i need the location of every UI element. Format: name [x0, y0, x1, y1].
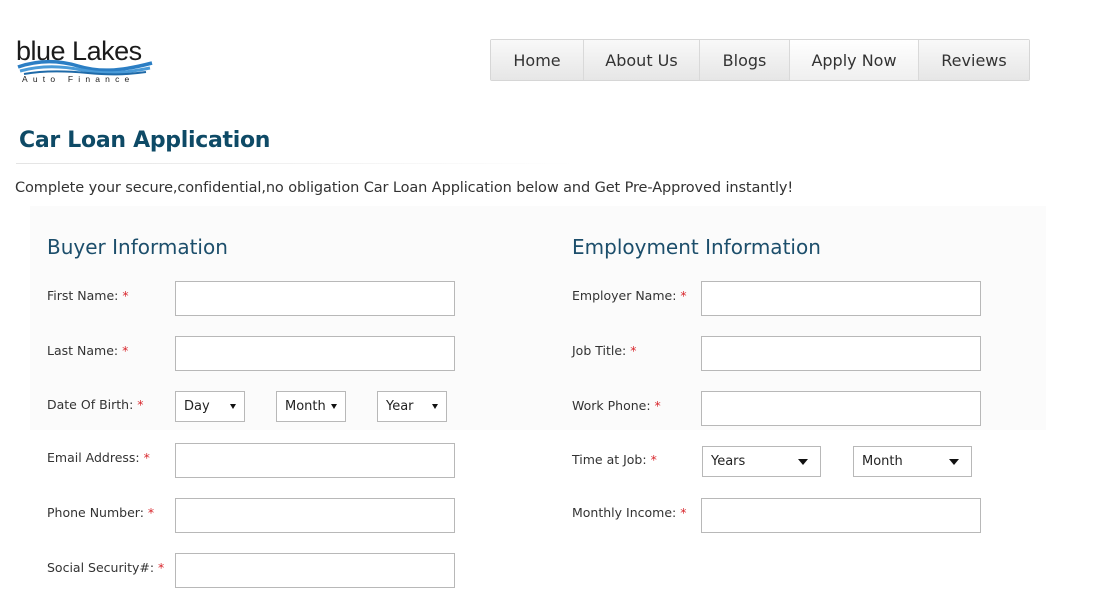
last-name-label: Last Name: *: [47, 343, 129, 358]
employment-section-title: Employment Information: [572, 235, 821, 259]
job-title-input[interactable]: [701, 336, 981, 371]
dob-day-value: Day: [184, 399, 210, 414]
ssn-label: Social Security#: *: [47, 560, 165, 575]
time-at-job-label: Time at Job: *: [572, 452, 657, 467]
dob-label: Date Of Birth: *: [47, 397, 144, 412]
chevron-down-icon: [949, 459, 959, 465]
intro-text: Complete your secure,confidential,no obl…: [15, 180, 794, 196]
monthly-income-input[interactable]: [701, 498, 981, 533]
required-marker: *: [680, 505, 687, 520]
time-at-job-years-select[interactable]: Years: [702, 446, 821, 477]
dob-month-value: Month: [285, 399, 326, 414]
work-phone-input[interactable]: [701, 391, 981, 426]
brand-logo[interactable]: blue Lakes Auto Finance: [16, 36, 156, 86]
chevron-down-icon: [331, 404, 337, 409]
phone-input[interactable]: [175, 498, 455, 533]
nav-about-us[interactable]: About Us: [584, 40, 700, 80]
required-marker: *: [122, 343, 129, 358]
required-marker: *: [630, 343, 637, 358]
time-at-job-month-select[interactable]: Month: [853, 446, 972, 477]
work-phone-label: Work Phone: *: [572, 398, 661, 413]
first-name-input[interactable]: [175, 281, 455, 316]
last-name-input[interactable]: [175, 336, 455, 371]
dob-year-select[interactable]: Year: [377, 391, 447, 422]
email-input[interactable]: [175, 443, 455, 478]
required-marker: *: [137, 397, 144, 412]
chevron-down-icon: [798, 459, 808, 465]
required-marker: *: [654, 398, 661, 413]
phone-label: Phone Number: *: [47, 505, 155, 520]
nav-home[interactable]: Home: [491, 40, 584, 80]
required-marker: *: [147, 505, 155, 520]
ssn-input[interactable]: [175, 553, 455, 588]
employer-name-label: Employer Name: *: [572, 288, 687, 303]
required-marker: *: [650, 452, 657, 467]
nav-blogs[interactable]: Blogs: [700, 40, 790, 80]
years-value: Years: [711, 454, 746, 469]
required-marker: *: [122, 288, 129, 303]
job-title-label: Job Title: *: [572, 343, 637, 358]
required-marker: *: [680, 288, 687, 303]
dob-year-value: Year: [386, 399, 414, 414]
monthly-income-label: Monthly Income: *: [572, 505, 687, 520]
buyer-section-title: Buyer Information: [47, 235, 228, 259]
required-marker: *: [143, 450, 150, 465]
nav-apply-now[interactable]: Apply Now: [790, 40, 919, 80]
chevron-down-icon: [230, 404, 236, 409]
month-value: Month: [862, 454, 903, 469]
page-title: Car Loan Application: [19, 128, 271, 153]
title-divider: [16, 163, 576, 164]
dob-day-select[interactable]: Day: [175, 391, 245, 422]
first-name-label: First Name: *: [47, 288, 129, 303]
email-label: Email Address: *: [47, 450, 150, 465]
chevron-down-icon: [432, 404, 438, 409]
dob-month-select[interactable]: Month: [276, 391, 346, 422]
required-marker: *: [158, 560, 165, 575]
nav-reviews[interactable]: Reviews: [919, 40, 1029, 80]
brand-tagline: Auto Finance: [22, 74, 135, 84]
employer-name-input[interactable]: [701, 281, 981, 316]
main-nav: Home About Us Blogs Apply Now Reviews: [490, 39, 1030, 81]
